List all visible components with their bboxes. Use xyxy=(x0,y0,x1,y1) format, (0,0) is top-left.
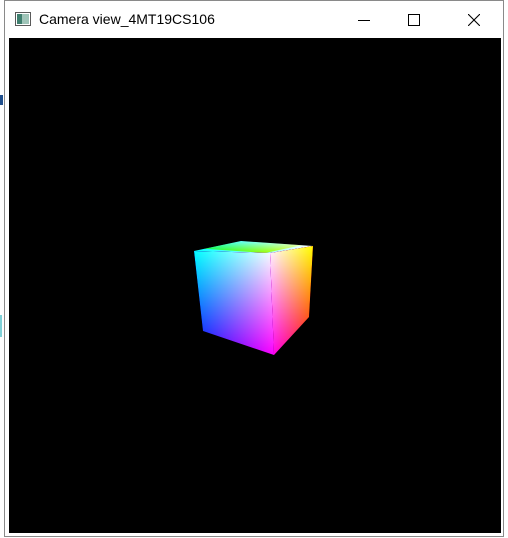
window-title: Camera view_4MT19CS106 xyxy=(39,11,215,27)
camera-view-window: Camera view_4MT19CS106 xyxy=(4,0,504,537)
close-button[interactable] xyxy=(451,1,497,38)
background-window-edge xyxy=(0,315,2,337)
minimize-button[interactable] xyxy=(341,1,387,38)
close-icon xyxy=(468,13,480,26)
color-cube xyxy=(194,241,313,355)
maximize-icon xyxy=(408,13,420,26)
title-bar[interactable]: Camera view_4MT19CS106 xyxy=(5,1,503,38)
render-viewport[interactable] xyxy=(9,38,501,533)
background-window-edge xyxy=(0,95,3,105)
cube-front-face xyxy=(194,251,274,355)
app-window-icon xyxy=(15,12,31,26)
cube-right-face xyxy=(270,246,313,355)
minimize-icon xyxy=(358,19,370,21)
desktop-background: Camera view_4MT19CS106 xyxy=(0,0,508,538)
maximize-button[interactable] xyxy=(391,1,437,38)
